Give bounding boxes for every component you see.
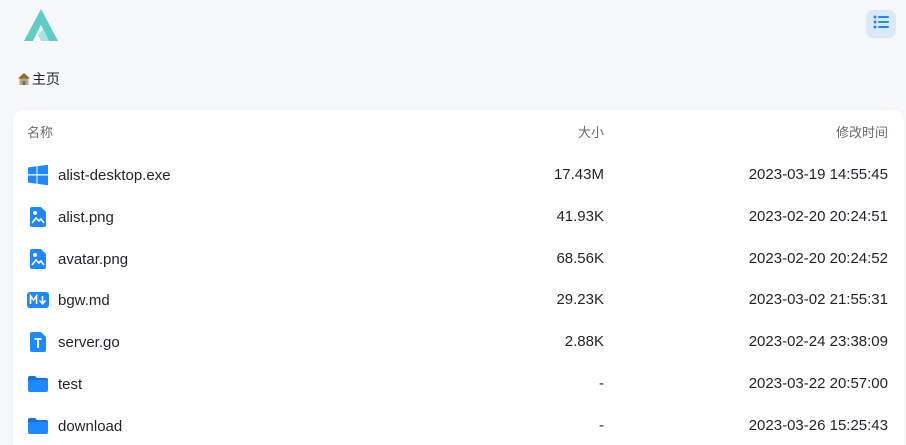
file-size: 17.43M bbox=[553, 166, 604, 183]
header-name[interactable]: 名称 bbox=[27, 122, 53, 141]
file-modified: 2023-02-20 20:24:52 bbox=[748, 250, 888, 267]
file-modified: 2023-02-24 23:38:09 bbox=[748, 333, 888, 350]
file-modified: 2023-03-22 20:57:00 bbox=[748, 375, 888, 392]
file-size: 41.93K bbox=[556, 208, 604, 225]
breadcrumb-home-link[interactable]: 主页 bbox=[32, 69, 60, 89]
house-icon bbox=[17, 72, 31, 86]
file-name[interactable]: bgw.md bbox=[58, 292, 110, 309]
file-size: - bbox=[599, 417, 604, 434]
table-row[interactable]: alist.png 41.93K 2023-02-20 20:24:51 bbox=[13, 196, 904, 238]
file-size: 2.88K bbox=[564, 333, 604, 350]
file-name-cell: test bbox=[27, 363, 82, 405]
file-modified: 2023-03-19 14:55:45 bbox=[748, 166, 888, 183]
table-row[interactable]: avatar.png 68.56K 2023-02-20 20:24:52 bbox=[13, 238, 904, 280]
file-name[interactable]: test bbox=[58, 376, 82, 393]
image-file-icon bbox=[27, 248, 49, 270]
file-name[interactable]: avatar.png bbox=[58, 251, 128, 268]
table-row[interactable]: download - 2023-03-26 15:25:43 bbox=[13, 405, 904, 445]
breadcrumb: 主页 bbox=[17, 69, 60, 89]
header-modified[interactable]: 修改时间 bbox=[836, 122, 888, 141]
alist-logo[interactable] bbox=[22, 7, 60, 43]
image-file-icon bbox=[27, 206, 49, 228]
list-view-button[interactable] bbox=[866, 10, 896, 38]
markdown-icon bbox=[27, 289, 49, 311]
file-modified: 2023-03-26 15:25:43 bbox=[748, 417, 888, 434]
file-name[interactable]: server.go bbox=[58, 334, 120, 351]
file-name[interactable]: alist-desktop.exe bbox=[58, 167, 171, 184]
file-name-cell: alist.png bbox=[27, 196, 114, 238]
file-name-cell: bgw.md bbox=[27, 279, 110, 321]
file-name-cell: alist-desktop.exe bbox=[27, 154, 171, 196]
table-row[interactable]: test - 2023-03-22 20:57:00 bbox=[13, 363, 904, 405]
table-header: 名称 大小 修改时间 bbox=[13, 122, 904, 144]
file-name-cell: server.go bbox=[27, 321, 120, 363]
table-row[interactable]: bgw.md 29.23K 2023-03-02 21:55:31 bbox=[13, 279, 904, 321]
file-modified: 2023-02-20 20:24:51 bbox=[748, 208, 888, 225]
file-name[interactable]: download bbox=[58, 418, 122, 435]
file-modified: 2023-03-02 21:55:31 bbox=[748, 291, 888, 308]
file-size: - bbox=[599, 375, 604, 392]
file-size: 68.56K bbox=[556, 250, 604, 267]
folder-icon bbox=[27, 415, 49, 437]
table-row[interactable]: alist-desktop.exe 17.43M 2023-03-19 14:5… bbox=[13, 154, 904, 196]
header-size[interactable]: 大小 bbox=[578, 122, 604, 141]
file-size: 29.23K bbox=[556, 291, 604, 308]
list-view-icon bbox=[873, 15, 889, 34]
file-name-cell: avatar.png bbox=[27, 238, 128, 280]
file-name[interactable]: alist.png bbox=[58, 209, 114, 226]
folder-icon bbox=[27, 373, 49, 395]
table-row[interactable]: server.go 2.88K 2023-02-24 23:38:09 bbox=[13, 321, 904, 363]
file-list: 名称 大小 修改时间 alist-desktop.exe 17.43M 2023… bbox=[13, 110, 904, 445]
windows-icon bbox=[27, 164, 49, 186]
file-name-cell: download bbox=[27, 405, 122, 445]
text-file-icon bbox=[27, 331, 49, 353]
